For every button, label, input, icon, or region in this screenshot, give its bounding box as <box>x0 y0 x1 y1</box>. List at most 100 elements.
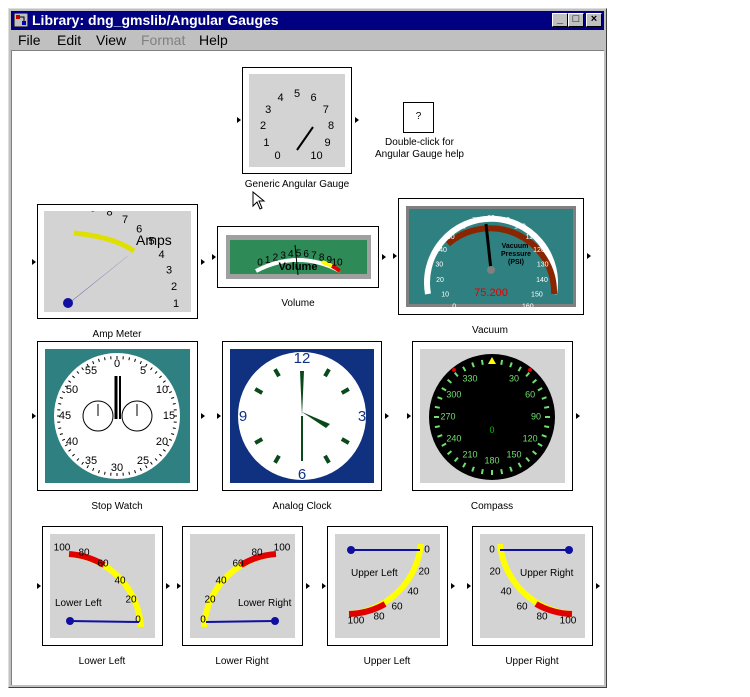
tick-mark <box>544 405 550 409</box>
minimize-button[interactable]: _ <box>552 13 568 27</box>
stop-watch-face: 0 5 10 15 20 25 30 35 40 45 50 55 <box>45 349 190 483</box>
scale-label: 5 <box>140 365 146 377</box>
scale-label: 0 <box>114 358 120 370</box>
tick-mark <box>500 359 504 365</box>
vacuum-block[interactable]: 0 10 20 30 405060 70 80 90 100110 120 130 140 150 160… <box>398 198 584 315</box>
generic-angular-gauge-block[interactable]: 0 1 2 3 4 5 6 7 8 9 10 <box>242 67 352 174</box>
volume-block[interactable]: 0 1 2 3 4 5 6 7 8 9 10 Volume <box>217 226 379 288</box>
scale-label: 60 <box>516 602 528 613</box>
lower-right-block[interactable]: 0 20 40 60 80 100 Lower Right <box>182 526 303 646</box>
scale-label: 120 <box>533 247 545 254</box>
tick-mark <box>480 359 484 365</box>
output-port <box>596 583 600 589</box>
scale-label: 100 <box>274 543 291 554</box>
help-block[interactable]: ? <box>403 102 434 133</box>
mouse-cursor-icon <box>252 191 266 210</box>
analog-clock-face: 12 3 6 9 <box>230 349 374 483</box>
scale-label: 10 <box>441 291 449 298</box>
scale-label: 15 <box>163 410 175 422</box>
input-port <box>407 413 411 419</box>
tick-mark <box>172 427 176 429</box>
scale-label: 50 <box>447 234 455 241</box>
output-port <box>201 259 205 265</box>
scale-label: 120 <box>523 433 538 443</box>
scale-label: 80 <box>78 548 90 559</box>
scale-label: 2 <box>171 281 177 293</box>
scale-label: 40 <box>66 436 78 448</box>
block-caption: Lower Left <box>78 656 126 667</box>
scale-label: 20 <box>125 595 137 606</box>
output-port <box>587 253 591 259</box>
input-port <box>237 117 241 123</box>
scale-label: 270 <box>440 411 455 421</box>
compass-block[interactable]: 30 60 90 120 150 180 210 240 270 300 330 0 <box>412 341 573 491</box>
amp-meter-block[interactable]: 012345678910 Amps <box>37 204 198 319</box>
vacuum-readout: 75.200 <box>474 287 508 299</box>
menu-file[interactable]: File <box>18 31 41 49</box>
scale-label: 50 <box>66 384 78 396</box>
scale-label: 55 <box>85 365 97 377</box>
scale-label: 60 <box>232 559 244 570</box>
title-bar[interactable]: Library: dng_gmslib/Angular Gauges _ □ × <box>11 11 604 30</box>
compass-face: 30 60 90 120150 180 210240 270 300330 0 <box>420 349 565 483</box>
menu-view[interactable]: View <box>96 31 126 49</box>
input-port <box>467 583 471 589</box>
scale-label: 100 <box>514 224 526 231</box>
block-caption: Upper Left <box>363 656 411 667</box>
tick-mark <box>434 405 440 409</box>
analog-clock-block[interactable]: 12 3 6 9 <box>222 341 382 491</box>
scale-label: 10 <box>331 258 343 269</box>
scale-label: 4 <box>288 249 294 260</box>
upper-left-block[interactable]: 0 20 40 60 80 100 Upper Left <box>327 526 448 646</box>
menu-edit[interactable]: Edit <box>57 31 81 49</box>
clock-numeral-3: 3 <box>358 408 366 425</box>
input-port <box>322 583 326 589</box>
close-button[interactable]: × <box>586 13 602 27</box>
scale-label: 1 <box>173 298 179 310</box>
upper-left-label: Upper Left <box>351 568 398 579</box>
upper-right-face: 0 20 40 60 80 100 Upper Right <box>480 534 585 638</box>
menu-help[interactable]: Help <box>199 31 228 49</box>
stop-watch-block[interactable]: 0 5 10 15 20 25 30 35 40 45 50 55 <box>37 341 198 491</box>
scale-label: 80 <box>487 215 495 222</box>
menu-format: Format <box>141 32 186 48</box>
scale-label: 10 <box>310 150 322 162</box>
upper-right-label: Upper Right <box>520 568 574 579</box>
output-port <box>355 117 359 123</box>
tick-mark <box>128 471 130 475</box>
scale-label: 7 <box>122 214 128 226</box>
scale-label: 100 <box>54 543 71 554</box>
maximize-button[interactable]: □ <box>568 13 584 27</box>
scale-label: 0 <box>135 615 141 626</box>
vacuum-face: 0 10 20 30 405060 70 80 90 100110 120 130 140 150 160… <box>406 206 576 307</box>
upper-right-block[interactable]: 0 20 40 60 80 100 Upper Right <box>472 526 593 646</box>
scale-label: 110 <box>526 234 537 241</box>
scale-label: 9 <box>90 211 96 214</box>
output-port <box>576 413 580 419</box>
lower-left-block[interactable]: 100 80 60 40 20 0 Lower Left <box>42 526 163 646</box>
block-caption: Upper Right <box>505 656 559 667</box>
scale-label: 10 <box>156 384 168 396</box>
scale-label: 35 <box>85 455 97 467</box>
scale-label: 40 <box>500 587 512 598</box>
scale-label: 100 <box>560 616 577 627</box>
block-caption: Vacuum <box>472 325 508 336</box>
scale-label: 70 <box>472 217 480 224</box>
scale-label: 210 <box>462 449 477 459</box>
help-symbol: ? <box>415 111 422 122</box>
scale-label: 7 <box>323 104 329 116</box>
tick-mark <box>104 357 106 361</box>
block-caption: Volume <box>281 298 315 309</box>
lower-right-label: Lower Right <box>238 598 292 609</box>
scale-label: 40 <box>114 576 126 587</box>
library-window: Library: dng_gmslib/Angular Gauges _ □ ×… <box>8 8 607 688</box>
scale-label: 40 <box>439 247 447 254</box>
input-port <box>217 413 221 419</box>
input-port <box>32 259 36 265</box>
scale-label: 7 <box>311 250 317 261</box>
scale-label: 20 <box>418 567 430 578</box>
lower-left-face: 100 80 60 40 20 0 Lower Left <box>50 534 155 638</box>
model-canvas[interactable]: 0 1 2 3 4 5 6 7 8 9 10 Generic Angular Gauge ? Dou… <box>11 50 604 685</box>
scale-label: 9 <box>325 137 331 149</box>
tick-mark <box>544 425 550 429</box>
